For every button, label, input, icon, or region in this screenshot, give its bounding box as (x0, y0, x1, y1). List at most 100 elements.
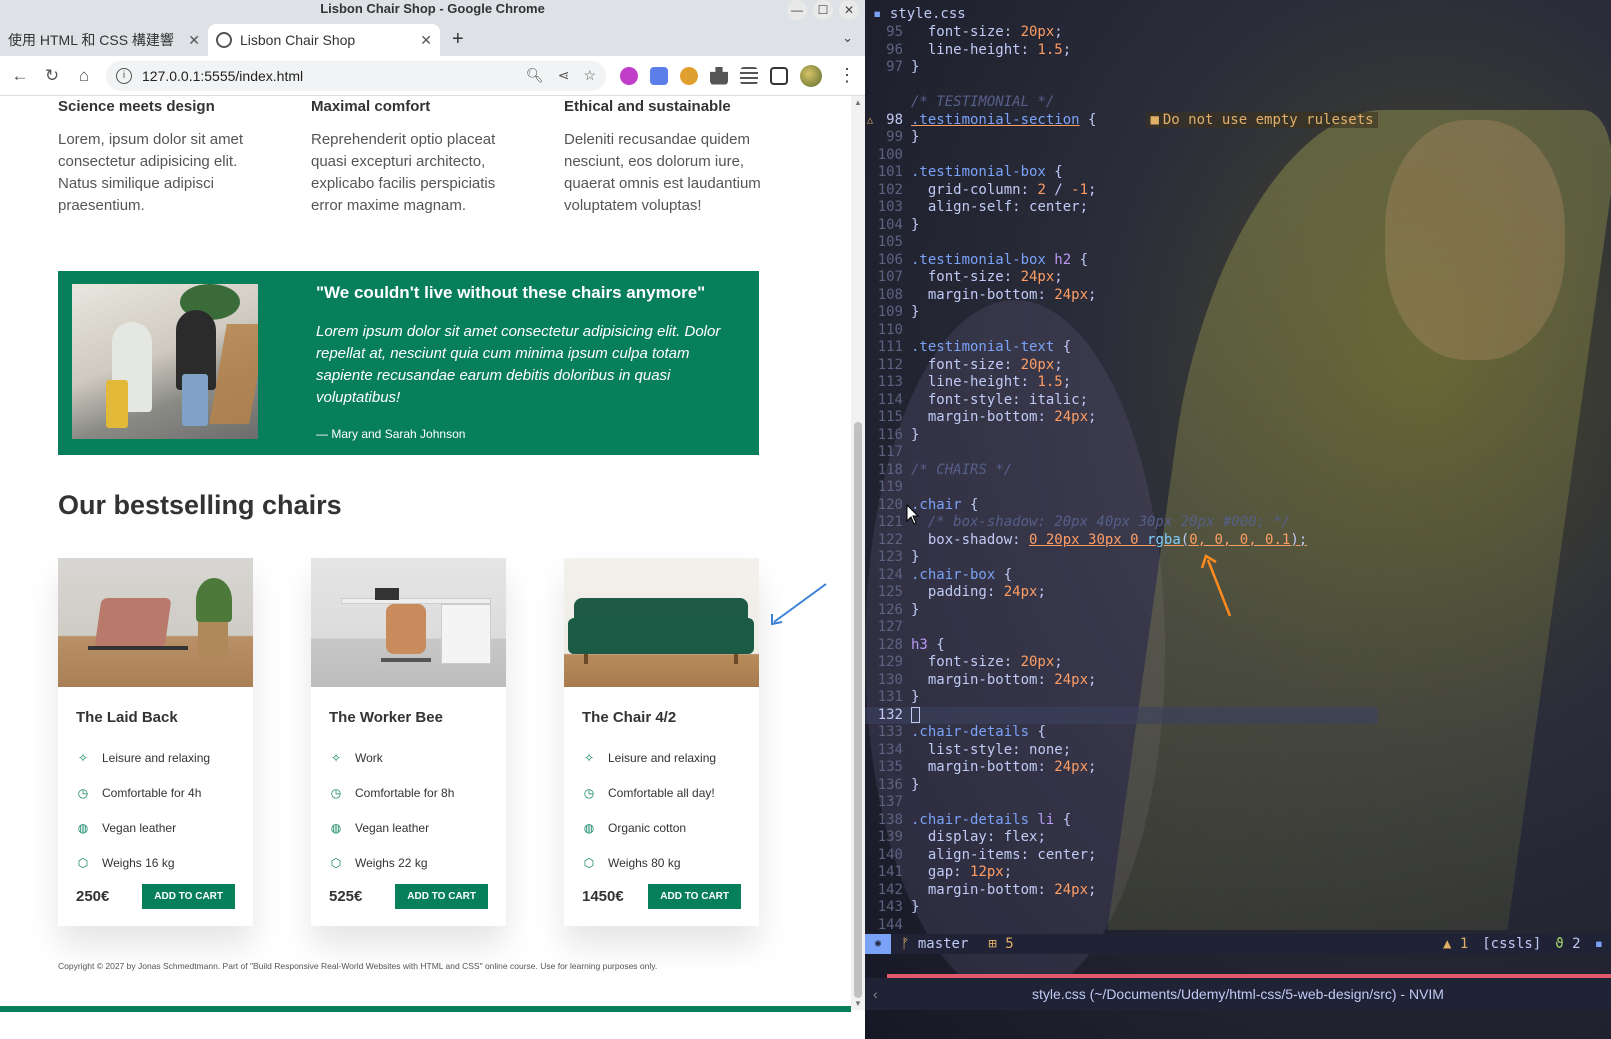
window-title-text: style.css (~/Documents/Udemy/html-css/5-… (1032, 986, 1444, 1002)
add-to-cart-button[interactable]: ADD TO CART (648, 884, 741, 909)
scrollbar-thumb[interactable] (854, 422, 862, 998)
scroll-up-icon[interactable]: ▲ (854, 98, 862, 107)
chair-image (311, 558, 506, 687)
chair-details: ✧ Work ◷ Comfortable for 8h ◍ Vegan leather… (329, 740, 488, 880)
language-server: [cssls] (1482, 936, 1542, 952)
chrome-menu-icon[interactable]: ⋮ (838, 65, 856, 86)
detail-item: ✧ Work (329, 740, 488, 775)
chair-details: ✧ Leisure and relaxing ◷ Comfortable for 4… (76, 740, 235, 880)
detail-text: Comfortable for 8h (355, 785, 455, 800)
new-tab-button[interactable]: + (452, 28, 464, 51)
extension-translate-icon[interactable] (620, 66, 638, 85)
leaf-icon: ◍ (77, 820, 89, 835)
favicon-icon (216, 32, 232, 48)
detail-text: Weighs 80 kg (608, 855, 681, 870)
extensions-puzzle-icon[interactable] (710, 66, 728, 85)
reload-icon[interactable]: ↻ (36, 66, 68, 86)
maximize-button[interactable]: ☐ (813, 0, 833, 20)
warning-count: ▲ 1 (1442, 936, 1469, 952)
detail-text: Comfortable all day! (608, 785, 715, 800)
testimonial-text: Lorem ipsum dolor sit amet consectetur a… (316, 323, 721, 406)
extension-cookie-icon[interactable] (680, 66, 698, 85)
git-branch: ᚠ master (901, 936, 969, 952)
detail-item: ⬡ Weighs 16 kg (76, 845, 235, 880)
profile-avatar[interactable] (800, 64, 822, 87)
detail-text: Leisure and relaxing (102, 750, 211, 765)
sparkles-icon: ✧ (583, 750, 595, 765)
annotation-arrow-icon (1200, 554, 1232, 617)
git-branch-icon: ᚠ (901, 936, 918, 952)
address-bar[interactable]: i 127.0.0.1:5555/index.html 🔍︎ ⋖ ☆ (106, 60, 606, 91)
features-section: Science meets design Lorem, ipsum dolor … (58, 98, 817, 217)
title-bar: Lisbon Chair Shop - Google Chrome — ☐ ✕ (0, 0, 865, 22)
detail-item: ◷ Comfortable for 8h (329, 775, 488, 810)
detail-text: Leisure and relaxing (608, 750, 717, 765)
chair-price: 1450€ (582, 888, 624, 905)
editor-filename: ▪ style.css (873, 6, 966, 22)
code-area[interactable]: 95 font-size: 20px; 96 line-height: 1.5;… (865, 24, 1378, 934)
tab-course[interactable]: 使用 HTML 和 CSS 構建響 ✕ (0, 24, 208, 56)
chair-card: The Chair 4/2 ✧ Leisure and relaxing ◷ Com… (564, 558, 759, 926)
detail-item: ⬡ Weighs 22 kg (329, 845, 488, 880)
url-text[interactable]: 127.0.0.1:5555/index.html (142, 68, 303, 84)
scroll-down-icon[interactable]: ▼ (854, 999, 862, 1008)
testimonial-quote: "We couldn't live without these chairs a… (316, 283, 706, 302)
cube-icon: ⬡ (583, 855, 595, 870)
back-icon[interactable]: ← (4, 66, 36, 86)
footer-bar (0, 1006, 851, 1012)
site-info-icon[interactable]: i (116, 67, 132, 84)
editor-window-title: ‹ style.css (~/Documents/Udemy/html-css/… (865, 978, 1611, 1010)
detail-item: ◷ Comfortable all day! (582, 775, 741, 810)
cube-icon: ⬡ (77, 855, 89, 870)
testimonial-author: — Mary and Sarah Johnson (316, 427, 466, 441)
share-icon[interactable]: ⋖ (558, 67, 570, 84)
chair-name: The Chair 4/2 (582, 709, 677, 726)
add-to-cart-button[interactable]: ADD TO CART (395, 884, 488, 909)
bookmark-star-icon[interactable]: ☆ (583, 67, 596, 84)
home-icon[interactable]: ⌂ (68, 66, 100, 86)
tab-search-icon[interactable]: ⌄ (842, 30, 853, 46)
status-line: ◉ ᚠ master ⊞ 5 ▲ 1 [cssls] ϑ 2 ▪ (865, 934, 1611, 954)
tab-strip: 使用 HTML 和 CSS 構建響 ✕ Lisbon Chair Shop ✕ … (0, 22, 865, 56)
feature-text: Deleniti recusandae quidem nesciunt, eos… (564, 131, 761, 214)
minimize-button[interactable]: — (787, 0, 807, 20)
add-to-cart-button[interactable]: ADD TO CART (142, 884, 235, 909)
feature-text: Reprehenderit optio placeat quasi except… (311, 131, 496, 214)
testimonial-section: "We couldn't live without these chairs a… (58, 271, 759, 455)
detail-item: ⬡ Weighs 80 kg (582, 845, 741, 880)
tab-lisbon-chair-shop[interactable]: Lisbon Chair Shop ✕ (208, 24, 440, 56)
close-tab-icon[interactable]: ✕ (420, 32, 432, 49)
detail-text: Weighs 22 kg (355, 855, 428, 870)
page-scrollbar[interactable]: ▲ ▼ (851, 96, 865, 1010)
feature-item: Ethical and sustainable Deleniti recusan… (564, 98, 817, 217)
feature-item: Maximal comfort Reprehenderit optio plac… (311, 98, 564, 217)
browser-window: Lisbon Chair Shop - Google Chrome — ☐ ✕ … (0, 0, 865, 1039)
chevron-left-icon[interactable]: ‹ (873, 986, 878, 1002)
page-viewport: Science meets design Lorem, ipsum dolor … (0, 96, 851, 1039)
reading-list-icon[interactable] (740, 66, 758, 85)
zoom-icon[interactable]: 🔍︎ (526, 67, 544, 84)
detail-item: ◍ Organic cotton (582, 810, 741, 845)
close-window-button[interactable]: ✕ (839, 0, 859, 20)
leaf-icon: ◍ (583, 820, 595, 835)
chair-image (58, 558, 253, 687)
window-title: Lisbon Chair Shop - Google Chrome (320, 1, 545, 16)
sparkles-icon: ✧ (330, 750, 342, 765)
close-tab-icon[interactable]: ✕ (188, 32, 200, 49)
toolbar: ← ↻ ⌂ i 127.0.0.1:5555/index.html 🔍︎ ⋖ ☆ (0, 56, 865, 96)
text-cursor (911, 706, 920, 723)
section-heading: Our bestselling chairs (58, 490, 342, 520)
nvim-editor: ▪ style.css 95 font-size: 20px; 96 line-… (865, 0, 1611, 1039)
side-panel-icon[interactable] (770, 66, 788, 85)
detail-item: ◍ Vegan leather (76, 810, 235, 845)
detail-item: ◷ Comfortable for 4h (76, 775, 235, 810)
leaf-icon: ◍ (330, 820, 342, 835)
detail-item: ✧ Leisure and relaxing (582, 740, 741, 775)
chair-card: The Laid Back ✧ Leisure and relaxing ◷ Com… (58, 558, 253, 926)
detail-item: ◍ Vegan leather (329, 810, 488, 845)
git-changes: ⊞ 5 (988, 936, 1014, 952)
chair-price: 250€ (76, 888, 110, 905)
feature-text: Lorem, ipsum dolor sit amet consectetur … (58, 131, 244, 214)
extension-google-translate-icon[interactable] (650, 66, 668, 85)
clock-icon: ◷ (583, 785, 595, 800)
